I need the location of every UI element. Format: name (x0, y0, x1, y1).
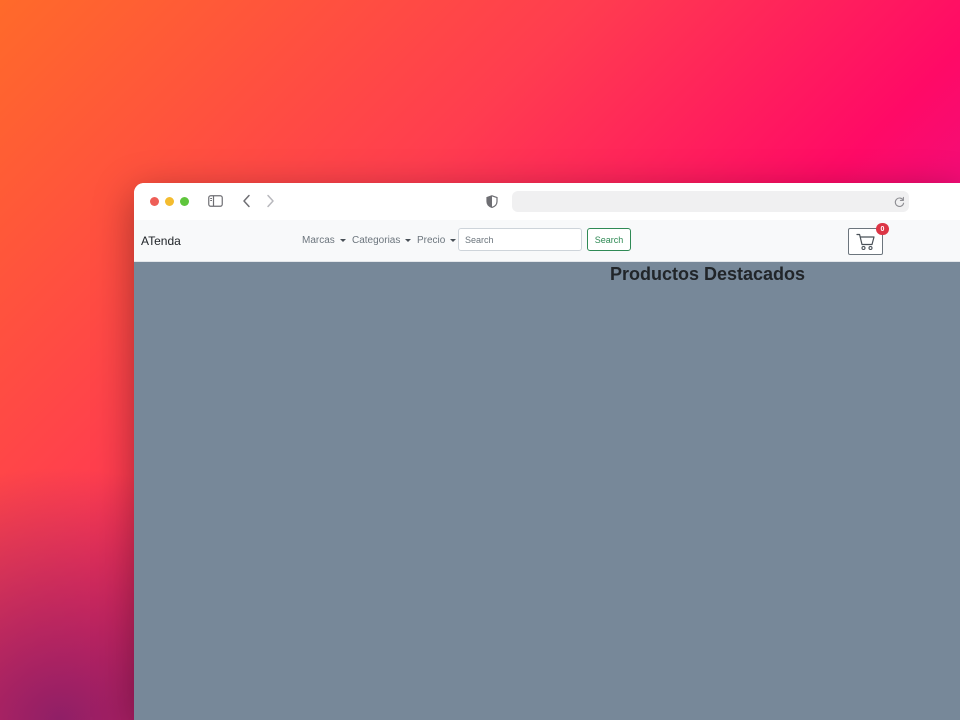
caret-down-icon (450, 239, 457, 242)
close-window-button[interactable] (150, 197, 159, 206)
categorias-dropdown[interactable]: Categorias (352, 235, 412, 246)
featured-products-heading: Productos Destacados (610, 264, 806, 284)
site-navbar: ATenda Marcas Categorias Precio Search 0 (134, 220, 960, 262)
search-input[interactable] (458, 228, 582, 251)
forward-arrow-icon[interactable] (264, 192, 276, 210)
privacy-shield-icon[interactable] (485, 192, 499, 210)
categorias-dropdown-label: Categorias (352, 235, 401, 246)
address-bar[interactable] (512, 191, 909, 212)
reload-icon[interactable] (893, 193, 905, 211)
browser-window: ATenda Marcas Categorias Precio Search 0 (134, 183, 960, 720)
zoom-window-button[interactable] (180, 197, 189, 206)
sidebar-toggle-icon[interactable] (207, 192, 223, 210)
browser-titlebar (134, 183, 960, 220)
marcas-dropdown-label: Marcas (302, 235, 335, 246)
precio-dropdown-label: Precio (417, 235, 446, 246)
marcas-dropdown[interactable]: Marcas (302, 235, 346, 246)
brand-link[interactable]: ATenda (141, 234, 181, 248)
back-arrow-icon[interactable] (240, 192, 252, 210)
search-button[interactable]: Search (587, 228, 631, 251)
caret-down-icon (339, 239, 346, 242)
caret-down-icon (405, 239, 412, 242)
main-content: Productos Destacados (134, 262, 960, 720)
precio-dropdown[interactable]: Precio (417, 235, 457, 246)
minimize-window-button[interactable] (165, 197, 174, 206)
cart-count-badge: 0 (876, 223, 889, 235)
shopping-cart-icon (855, 233, 876, 251)
